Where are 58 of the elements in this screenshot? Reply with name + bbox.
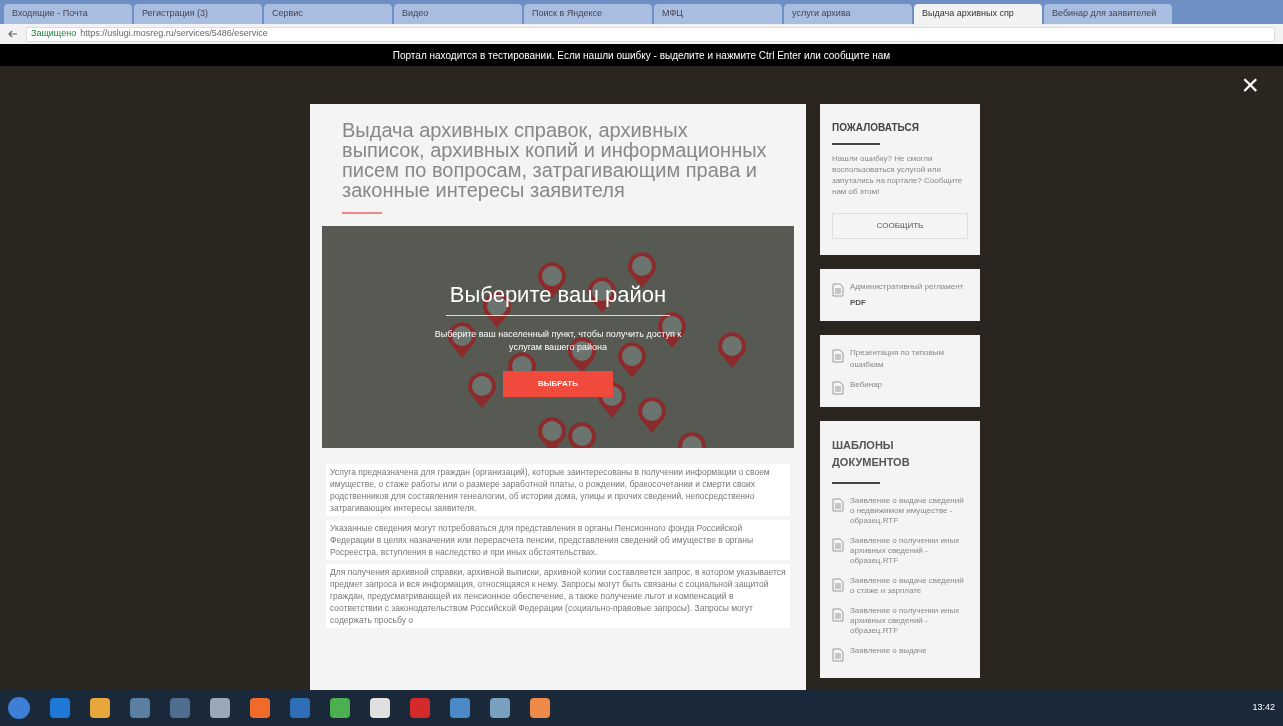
complaint-text: Нашли ошибку? Не смогли воспользоваться услугой или запутались на портале? Сообщите нам об этом! bbox=[832, 153, 964, 197]
taskbar-app-icon[interactable] bbox=[450, 698, 470, 718]
taskbar-app-icon[interactable] bbox=[90, 698, 110, 718]
document-icon bbox=[832, 578, 844, 592]
taskbar-app-icon[interactable] bbox=[330, 698, 350, 718]
description-paragraph: Указанные сведения могут потребоваться для представления в органы Пенсионного фонда Российской Федерации в целях назначения или перерасчета пенсии, представления сведений об имуществе в органы Росреестра, вступления в наследство и при иных обстоятельствах. bbox=[326, 520, 790, 560]
browser-tab[interactable]: Вебинар для заявителей bbox=[1044, 4, 1172, 24]
url-text: https://uslugi.mosreg.ru/services/5486/eservice bbox=[80, 27, 268, 41]
document-icon bbox=[832, 538, 844, 552]
document-icon bbox=[832, 349, 844, 363]
map-heading: Выберите ваш район bbox=[445, 277, 671, 316]
taskbar-app-icon[interactable] bbox=[290, 698, 310, 718]
report-button[interactable]: СООБЩИТЬ bbox=[832, 213, 968, 239]
taskbar-app-icon[interactable] bbox=[410, 698, 430, 718]
select-button[interactable]: ВЫБРАТЬ bbox=[503, 370, 613, 397]
template-link[interactable]: Заявление о выдаче сведений о недвижимом имуществе - образец.RTF bbox=[850, 496, 968, 526]
clock-text: 13:42 bbox=[1252, 701, 1275, 715]
document-icon bbox=[832, 608, 844, 622]
taskbar-app-icon[interactable] bbox=[210, 698, 230, 718]
card-title: ПОЖАЛОВАТЬСЯ bbox=[832, 121, 920, 135]
taskbar-app-icon[interactable] bbox=[530, 698, 550, 718]
browser-tab[interactable]: Выдача архивных спр bbox=[914, 4, 1042, 24]
taskbar-app-icon[interactable] bbox=[130, 698, 150, 718]
material-link[interactable]: Презентация по типовым ошибкам bbox=[850, 347, 968, 371]
template-link[interactable]: Заявление о получении иных архивных сведений - образец.RTF bbox=[850, 536, 968, 566]
taskbar-app-icon[interactable] bbox=[250, 698, 270, 718]
service-title: Выдача архивных справок, архивных выписок, архивных копий и информационных писем по вопросам, затрагивающим права и законные интересы заявителя bbox=[341, 120, 768, 200]
file-format: PDF bbox=[850, 297, 867, 309]
browser-tab[interactable]: Поиск в Яндексе bbox=[524, 4, 652, 24]
taskbar-app-icon[interactable] bbox=[370, 698, 390, 718]
security-label: Защищено bbox=[31, 27, 77, 41]
document-icon bbox=[832, 498, 844, 512]
description-paragraph: Для получения архивной справки, архивной выписки, архивной копии составляется запрос, в котором указывается предмет запроса и вся информация, относящаяся к нему. Запросы могут быть связаны с социальной защитой граждан, предусматривающей их пенсионное обеспечение, а также получение льгот и компенсаций в соответствии с законодательством Российской Федерации (социально-правовые запросы). Запросы могут содержать просьбу о bbox=[326, 564, 790, 628]
template-link[interactable]: Заявление о получении иных архивных сведений - образец.RTF bbox=[850, 606, 968, 636]
taskbar-app-icon[interactable] bbox=[170, 698, 190, 718]
browser-tab[interactable]: Входящие - Почта bbox=[4, 4, 132, 24]
address-field[interactable]: Защищено https://uslugi.mosreg.ru/services/5486/eservice bbox=[26, 26, 1275, 42]
description-paragraph: Услуга предназначена для граждан (организаций), которые заинтересованы в получении информации о своем имуществе, о стаже работы или о размере заработной платы, о рождении, бракосочетании и смерти своих родственников для составления генеалогии, об истории дома, улицы и прочих сведений, непосредственно затрагивающих интересы заявителя. bbox=[326, 464, 790, 516]
browser-tab[interactable]: услуги архива bbox=[784, 4, 912, 24]
taskbar-app-icon[interactable] bbox=[50, 698, 70, 718]
card-title: ШАБЛОНЫ ДОКУМЕНТОВ bbox=[832, 438, 911, 470]
document-icon bbox=[832, 381, 844, 395]
close-button[interactable]: × bbox=[1241, 70, 1259, 100]
regulation-link[interactable]: Административный регламент bbox=[850, 281, 964, 293]
notice-banner: Портал находится в тестировании. Если нашли ошибку - выделите и нажмите Ctrl Enter или сообщите нам bbox=[0, 44, 1283, 66]
taskbar-app-icon[interactable] bbox=[490, 698, 510, 718]
map-description: Выберите ваш населенный пункт, чтобы получить доступ к услугам вашего района bbox=[433, 327, 683, 354]
browser-tab[interactable]: Сервис bbox=[264, 4, 392, 24]
template-link[interactable]: Заявление о выдаче сведений о стаже и зарплате bbox=[850, 576, 968, 596]
browser-tab[interactable]: МФЦ bbox=[654, 4, 782, 24]
document-icon bbox=[832, 283, 844, 297]
browser-tab[interactable]: Видео bbox=[394, 4, 522, 24]
start-icon[interactable] bbox=[8, 697, 30, 719]
material-link[interactable]: Вебинар bbox=[850, 379, 883, 395]
back-icon[interactable] bbox=[8, 29, 18, 39]
template-link[interactable]: Заявление о выдаче bbox=[850, 646, 927, 662]
browser-tab[interactable]: Регистрация (3) bbox=[134, 4, 262, 24]
document-icon bbox=[832, 648, 844, 662]
